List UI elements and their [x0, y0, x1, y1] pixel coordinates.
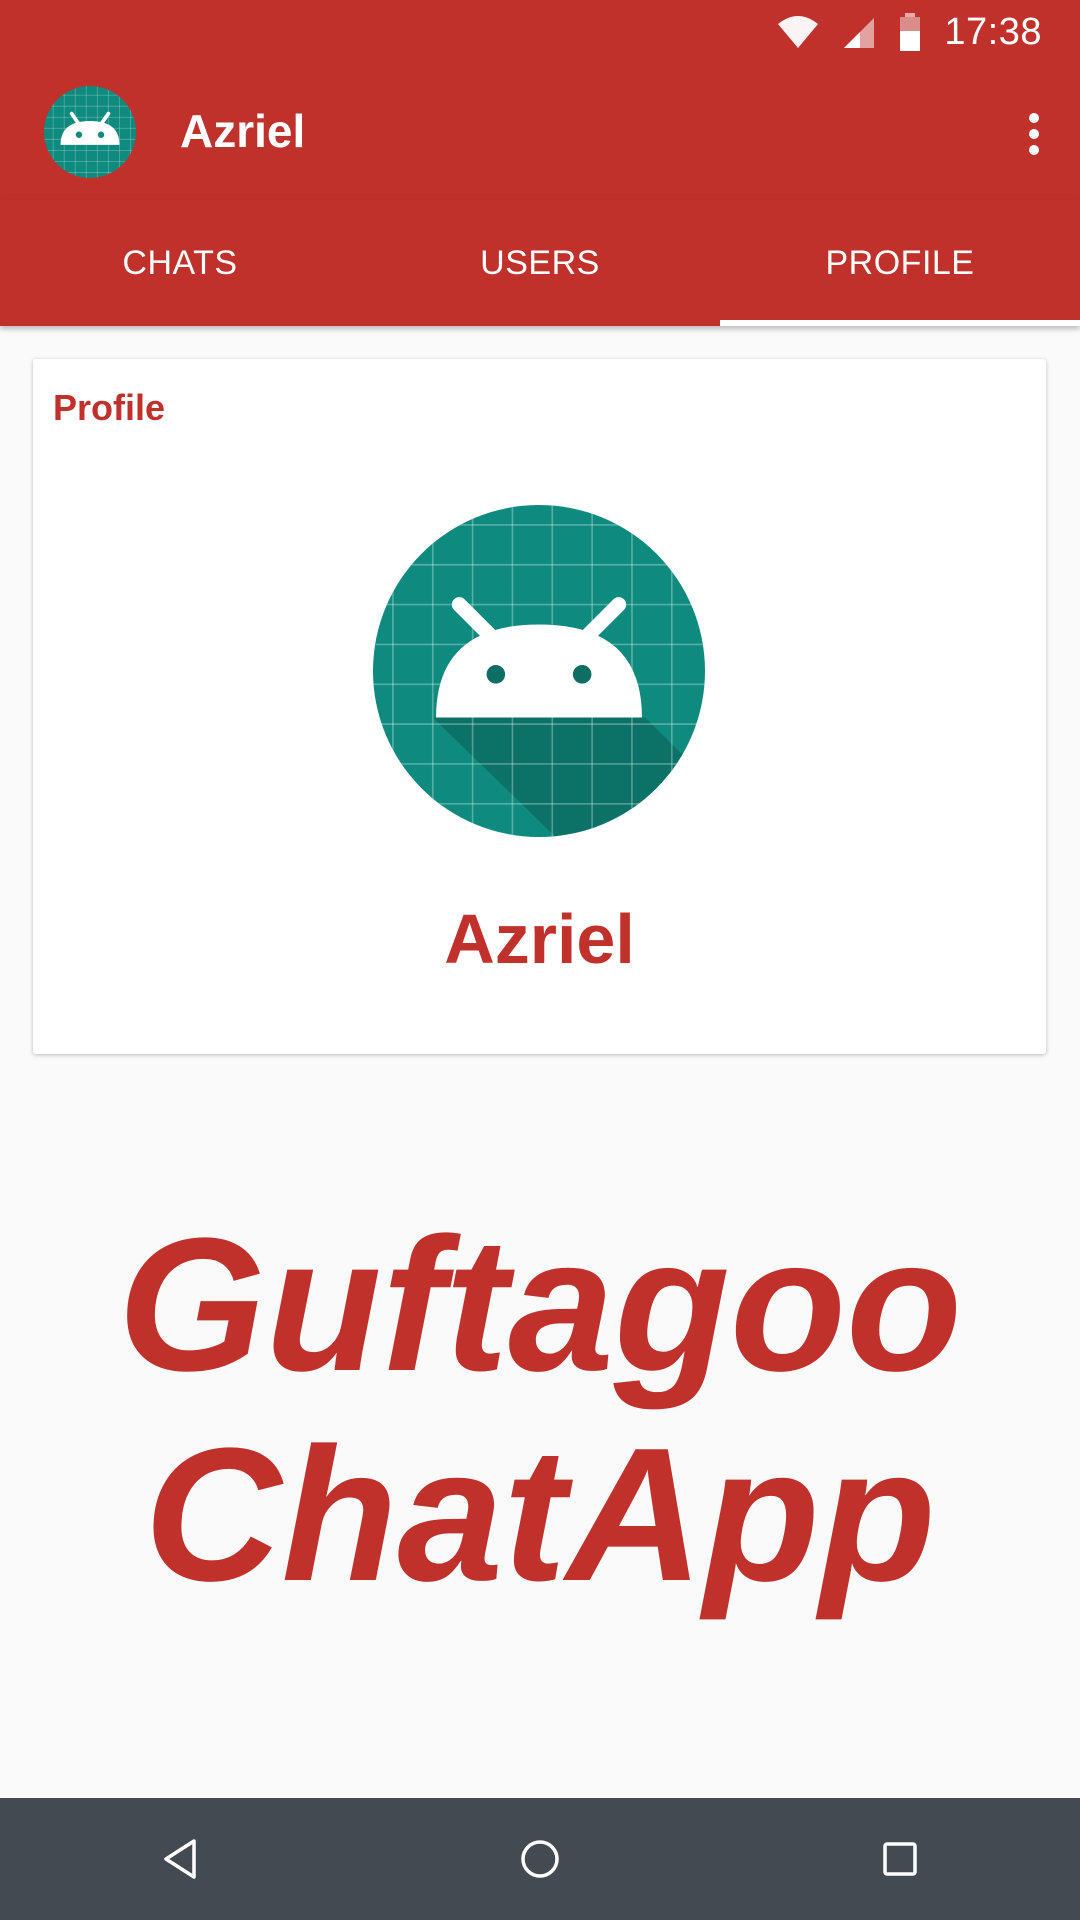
status-bar: 17:38 — [0, 0, 1080, 64]
more-vert-icon[interactable] — [1010, 104, 1058, 164]
status-time: 17:38 — [944, 10, 1042, 53]
battery-icon — [900, 13, 921, 51]
back-icon[interactable] — [140, 1819, 220, 1899]
status-icons: 17:38 — [776, 0, 1042, 64]
card-title: Profile — [53, 387, 166, 428]
app-title: Azriel — [180, 105, 306, 157]
profile-card: Profile Azriel — [33, 359, 1046, 1054]
brand-text: Guftagoo ChatApp — [0, 1200, 1080, 1620]
tab-profile[interactable]: PROFILE — [720, 200, 1080, 326]
brand-line-1: Guftagoo — [117, 1199, 963, 1411]
android-robot-icon — [44, 86, 136, 178]
wifi-icon — [778, 16, 819, 48]
android-robot-icon[interactable] — [373, 505, 705, 837]
screen: 17:38 Azriel CHATS USERS PROFILE Profile… — [0, 0, 1080, 1920]
signal-icon — [844, 18, 875, 48]
tab-indicator — [720, 320, 1080, 326]
tab-bar: CHATS USERS PROFILE — [0, 200, 1080, 326]
tab-users[interactable]: USERS — [360, 200, 720, 326]
recents-icon[interactable] — [860, 1819, 940, 1899]
brand-line-2: ChatApp — [144, 1409, 936, 1621]
navigation-bar — [0, 1798, 1080, 1920]
home-icon[interactable] — [500, 1819, 580, 1899]
profile-name: Azriel — [444, 900, 635, 978]
tab-chats[interactable]: CHATS — [0, 200, 360, 326]
